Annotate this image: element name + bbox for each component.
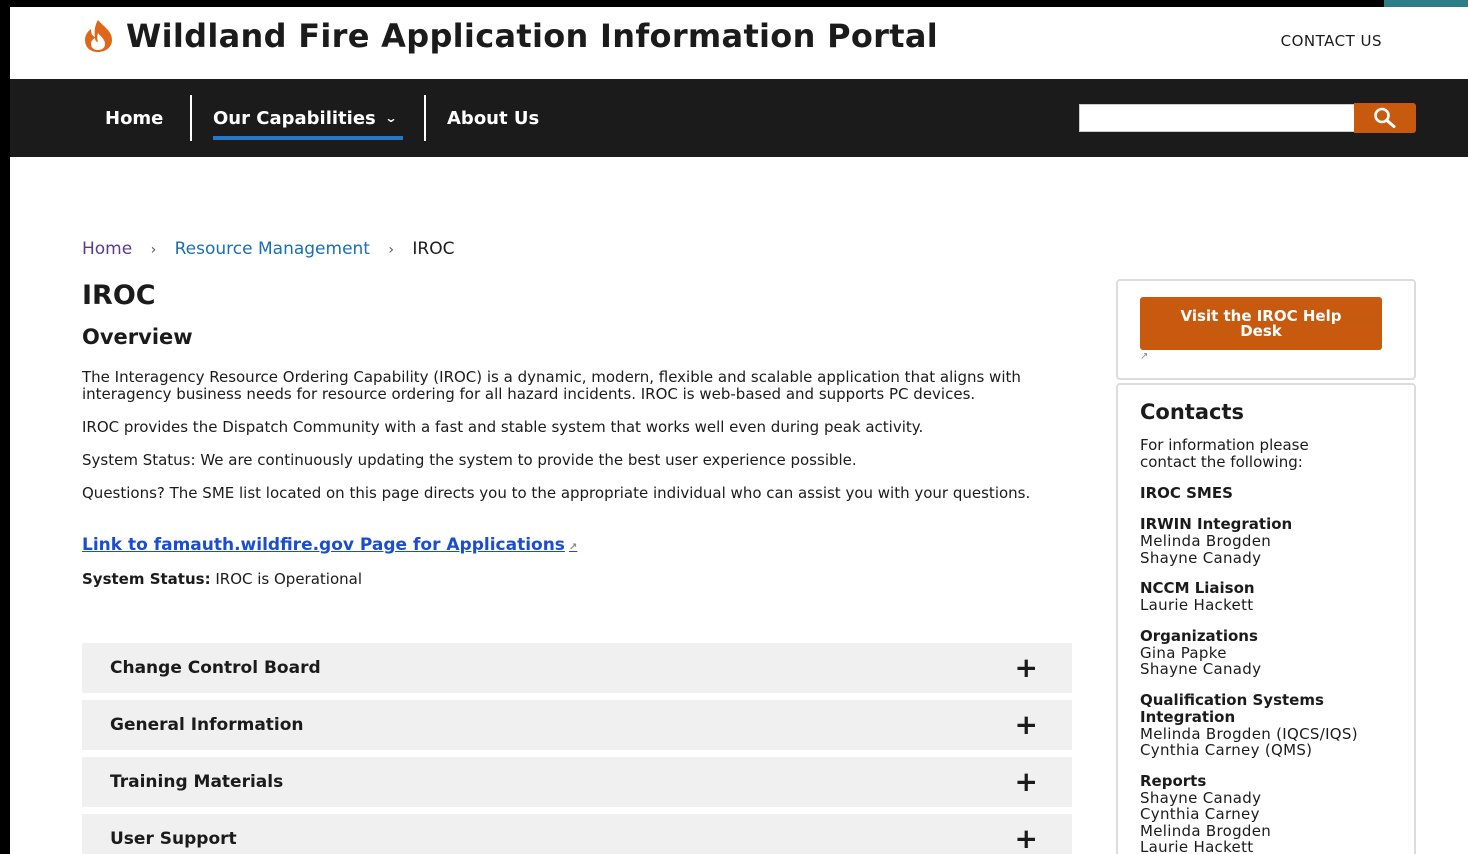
- famauth-link-label: Link to famauth.wildfire.gov Page for Ap…: [82, 535, 565, 555]
- external-link-icon: ↗: [568, 542, 578, 553]
- plus-icon: +: [1014, 651, 1038, 684]
- famauth-link[interactable]: Link to famauth.wildfire.gov Page for Ap…: [82, 535, 577, 555]
- contact-group-title: Qualification Systems Integration: [1140, 690, 1324, 726]
- breadcrumb-separator-icon: ›: [150, 242, 157, 258]
- contact-name: Shayne Canady: [1140, 548, 1262, 567]
- accordion-training-materials[interactable]: Training Materials +: [82, 757, 1072, 807]
- external-link-icon: ↗: [1140, 351, 1149, 362]
- contact-group: Organizations Gina Papke Shayne Canady: [1140, 626, 1414, 678]
- contact-group: IRWIN Integration Melinda Brogden Shayne…: [1140, 516, 1414, 566]
- nav-home-label: Home: [105, 107, 164, 129]
- flame-icon: [85, 20, 112, 52]
- search-button[interactable]: [1354, 103, 1416, 133]
- breadcrumb-home[interactable]: Home: [82, 239, 132, 259]
- page: Wildland Fire Application Information Po…: [10, 7, 1468, 854]
- system-status: System Status: IROC is Operational: [82, 571, 1074, 588]
- overview-heading: Overview: [82, 325, 193, 349]
- window-accent: [1384, 0, 1468, 7]
- breadcrumb-resource-management[interactable]: Resource Management: [175, 239, 370, 259]
- contact-name: Cynthia Carney (QMS): [1140, 741, 1313, 759]
- nav-divider: [190, 95, 192, 141]
- page-title: IROC: [82, 280, 156, 311]
- nav-about-us[interactable]: About Us: [447, 79, 539, 157]
- nav-home[interactable]: Home: [105, 79, 163, 157]
- contacts-intro: For information please contact the follo…: [1140, 436, 1309, 471]
- questions-paragraph: Questions? The SME list located on this …: [82, 484, 1031, 502]
- contact-group: Reports Shayne Canady Cynthia Carney Mel…: [1140, 771, 1414, 854]
- plus-icon: +: [1014, 822, 1038, 854]
- contact-name: Melinda Brogden: [1140, 532, 1272, 550]
- main-navbar: Home Our Capabilities ⌄ About Us: [10, 79, 1468, 157]
- accordion-general-information[interactable]: General Information +: [82, 700, 1072, 750]
- system-status-value: IROC is Operational: [215, 570, 363, 588]
- contact-name: Laurie Hackett: [1140, 838, 1254, 854]
- nav-about-label: About Us: [447, 107, 540, 129]
- contact-name: Cynthia Carney: [1140, 805, 1260, 823]
- contact-group: IROC SMES: [1140, 485, 1414, 502]
- nav-capabilities-label: Our Capabilities: [213, 107, 376, 129]
- contact-us-link[interactable]: CONTACT US: [1281, 32, 1382, 50]
- chevron-down-icon: ⌄: [384, 111, 398, 125]
- contact-group: Qualification Systems Integration Melind…: [1140, 690, 1414, 759]
- overview-paragraph: The Interagency Resource Ordering Capabi…: [82, 368, 1021, 403]
- accordion-label: User Support: [110, 829, 237, 849]
- site-title: Wildland Fire Application Information Po…: [126, 17, 938, 55]
- contacts-heading: Contacts: [1140, 400, 1244, 424]
- dispatch-paragraph: IROC provides the Dispatch Community wit…: [82, 418, 924, 436]
- system-status-paragraph: System Status: We are continuously updat…: [82, 451, 857, 469]
- contact-group-title: NCCM Liaison: [1140, 579, 1255, 597]
- accordion: Change Control Board + General Informati…: [82, 643, 1072, 854]
- search-input[interactable]: [1079, 104, 1355, 132]
- nav-divider: [424, 95, 426, 141]
- plus-icon: +: [1014, 765, 1038, 798]
- site-header: Wildland Fire Application Information Po…: [10, 7, 1468, 79]
- nav-our-capabilities[interactable]: Our Capabilities ⌄: [213, 79, 398, 157]
- contact-name: Gina Papke: [1140, 643, 1227, 662]
- contact-group-title: Reports: [1140, 771, 1207, 790]
- help-desk-panel: Visit the IROC Help Desk ↗: [1116, 279, 1416, 380]
- breadcrumb-separator-icon: ›: [388, 242, 394, 258]
- contact-group: NCCM Liaison Laurie Hackett: [1140, 580, 1414, 614]
- accordion-label: Training Materials: [110, 772, 284, 792]
- accordion-label: Change Control Board: [110, 658, 321, 678]
- visit-help-desk-button[interactable]: Visit the IROC Help Desk: [1140, 297, 1382, 350]
- breadcrumb: Home › Resource Management › IROC: [82, 239, 454, 259]
- contact-group-title: Organizations: [1140, 626, 1258, 645]
- contacts-panel: Contacts For information please contact …: [1116, 383, 1416, 854]
- contact-name: Shayne Canady: [1140, 788, 1262, 807]
- contact-group-title: IRWIN Integration: [1140, 515, 1293, 533]
- breadcrumb-current: IROC: [412, 239, 455, 259]
- accordion-change-control-board[interactable]: Change Control Board +: [82, 643, 1072, 693]
- contact-name: Laurie Hackett: [1140, 596, 1254, 614]
- system-status-label: System Status:: [82, 570, 211, 588]
- contact-name: Melinda Brogden (IQCS/IQS): [1140, 724, 1358, 743]
- window-top-strip: [0, 0, 1468, 7]
- sme-heading: IROC SMES: [1140, 484, 1233, 502]
- contact-name: Melinda Brogden: [1140, 821, 1272, 840]
- plus-icon: +: [1014, 708, 1038, 741]
- main-content: IROC Overview The Interagency Resource O…: [82, 279, 1074, 588]
- search-icon: [1374, 107, 1396, 128]
- accordion-label: General Information: [110, 715, 304, 735]
- active-nav-indicator: [213, 136, 403, 140]
- contact-name: Shayne Canady: [1140, 660, 1262, 678]
- accordion-user-support[interactable]: User Support +: [82, 814, 1072, 854]
